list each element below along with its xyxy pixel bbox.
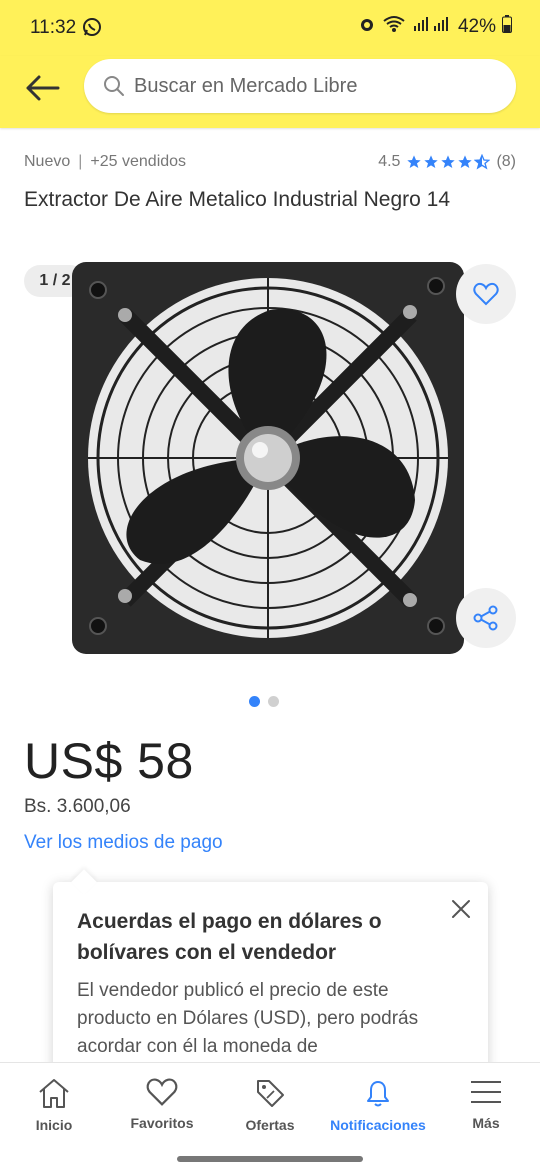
tab-label: Notificaciones bbox=[330, 1117, 426, 1133]
rating-value: 4.5 bbox=[378, 153, 401, 170]
condition-label: Nuevo bbox=[24, 153, 71, 170]
star-icon bbox=[424, 155, 439, 168]
status-bar: 11:32 42% bbox=[0, 0, 540, 56]
heart-icon bbox=[146, 1078, 178, 1106]
pagination-dot-active[interactable] bbox=[249, 696, 260, 707]
tooltip-body: El vendedor publicó el precio de este pr… bbox=[77, 980, 419, 1057]
bell-icon bbox=[367, 1081, 389, 1107]
star-half-icon bbox=[474, 154, 491, 170]
product-title: Extractor De Aire Metalico Industrial Ne… bbox=[24, 188, 451, 211]
search-icon bbox=[102, 74, 126, 103]
payment-methods-link[interactable]: Ver los medios de pago bbox=[24, 832, 223, 854]
sold-count: +25 vendidos bbox=[90, 153, 187, 170]
wifi-icon bbox=[382, 15, 406, 38]
rating-stars bbox=[406, 154, 491, 170]
star-icon bbox=[458, 155, 473, 168]
whatsapp-icon bbox=[82, 17, 102, 42]
share-button[interactable] bbox=[456, 588, 516, 648]
home-gesture-handle[interactable] bbox=[177, 1156, 363, 1162]
heart-icon bbox=[473, 282, 499, 306]
status-icons: 42% bbox=[358, 15, 512, 38]
menu-icon bbox=[471, 1081, 501, 1103]
tab-favoritos[interactable]: Favoritos bbox=[108, 1063, 216, 1152]
tab-label: Favoritos bbox=[130, 1115, 194, 1131]
pagination-dot[interactable] bbox=[268, 696, 279, 707]
close-tooltip-button[interactable] bbox=[448, 896, 474, 922]
favorite-button[interactable] bbox=[456, 264, 516, 324]
tab-notificaciones[interactable]: Notificaciones bbox=[324, 1063, 432, 1152]
bottom-tab-bar: Inicio Favoritos Ofertas Notificaciones … bbox=[0, 1062, 540, 1152]
system-nav-bar bbox=[0, 1152, 540, 1170]
battery-icon bbox=[502, 15, 512, 38]
product-price: US$ 58 bbox=[24, 733, 194, 789]
tooltip-title: Acuerdas el pago en dólares o bolívares … bbox=[77, 910, 382, 964]
search-input[interactable]: Buscar en Mercado Libre bbox=[84, 59, 516, 113]
search-placeholder: Buscar en Mercado Libre bbox=[134, 75, 358, 97]
home-icon bbox=[39, 1079, 69, 1108]
status-time: 11:32 bbox=[30, 17, 77, 38]
tab-label: Más bbox=[472, 1115, 500, 1131]
gallery-pagination[interactable] bbox=[249, 696, 279, 707]
star-icon bbox=[407, 155, 422, 168]
tab-mas[interactable]: Más bbox=[432, 1063, 540, 1152]
alarm-icon bbox=[358, 15, 376, 38]
product-gallery[interactable]: 1 / 2 bbox=[0, 250, 540, 670]
tab-ofertas[interactable]: Ofertas bbox=[216, 1063, 324, 1152]
back-button[interactable] bbox=[22, 68, 62, 108]
currency-tooltip: Acuerdas el pago en dólares o bolívares … bbox=[53, 869, 488, 1082]
app-bar: Buscar en Mercado Libre bbox=[0, 56, 540, 128]
arrow-left-icon bbox=[26, 75, 60, 101]
battery-percent: 42% bbox=[457, 15, 496, 37]
rating-summary[interactable]: 4.5 (8) bbox=[378, 153, 516, 171]
tab-label: Ofertas bbox=[245, 1117, 295, 1133]
tab-label: Inicio bbox=[35, 1117, 73, 1133]
review-count: (8) bbox=[496, 153, 516, 170]
product-meta: Nuevo | +25 vendidos bbox=[24, 153, 186, 171]
local-price: Bs. 3.600,06 bbox=[24, 796, 131, 817]
share-icon bbox=[473, 605, 498, 631]
tag-icon bbox=[257, 1080, 284, 1107]
signal-icon bbox=[412, 16, 452, 37]
star-icon bbox=[441, 155, 456, 168]
tab-inicio[interactable]: Inicio bbox=[0, 1063, 108, 1152]
tooltip-arrow bbox=[71, 869, 97, 895]
close-icon bbox=[452, 900, 470, 918]
meta-divider: | bbox=[78, 153, 83, 170]
product-image bbox=[72, 262, 464, 654]
